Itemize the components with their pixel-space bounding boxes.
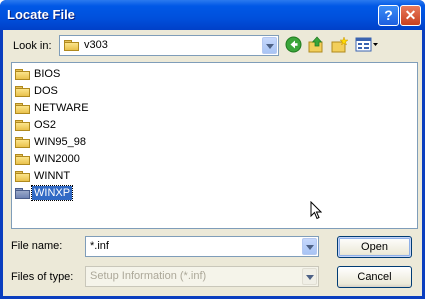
window-title: Locate File <box>7 7 75 22</box>
up-one-level-icon[interactable] <box>308 36 325 53</box>
view-menu-icon[interactable] <box>355 36 379 53</box>
folder-label: WINNT <box>34 170 71 182</box>
folder-icon <box>15 103 30 114</box>
chevron-down-icon[interactable] <box>262 37 277 54</box>
folder-icon <box>15 137 30 148</box>
title-bar[interactable]: Locate File ? ✕ <box>0 0 425 30</box>
back-icon[interactable] <box>285 36 302 53</box>
folder-icon <box>15 171 30 182</box>
files-of-type-select[interactable]: Setup Information (*.inf) <box>85 266 319 287</box>
folder-label: WIN2000 <box>34 153 80 165</box>
dialog-body: Look in: v303 BIOS DOS NETWARE OS2 WIN95… <box>3 30 422 296</box>
mouse-cursor-icon <box>310 200 323 223</box>
folder-label: NETWARE <box>34 102 89 114</box>
chevron-down-icon <box>302 268 317 285</box>
folder-label: WIN95_98 <box>34 136 86 148</box>
look-in-label: Look in: <box>13 40 52 52</box>
file-name-input[interactable]: *.inf <box>85 236 319 257</box>
open-button[interactable]: Open <box>337 236 412 258</box>
file-list[interactable]: BIOS DOS NETWARE OS2 WIN95_98 WIN2000 WI… <box>11 62 418 229</box>
files-of-type-label: Files of type: <box>11 271 74 283</box>
locate-file-dialog: Locate File ? ✕ Look in: v303 BIOS DOS N… <box>0 0 425 299</box>
new-folder-icon[interactable] <box>331 36 349 53</box>
folder-icon <box>15 120 30 131</box>
folder-icon <box>15 69 30 80</box>
folder-icon <box>15 154 30 165</box>
file-name-value: *.inf <box>90 240 109 252</box>
file-name-label: File name: <box>11 240 63 252</box>
folder-icon <box>64 40 79 51</box>
folder-label: OS2 <box>34 119 57 131</box>
look-in-combo[interactable]: v303 <box>59 35 279 56</box>
folder-label: WINXP <box>30 185 74 201</box>
folder-label: DOS <box>34 85 58 97</box>
files-of-type-value: Setup Information (*.inf) <box>90 270 207 282</box>
folder-icon <box>15 86 30 97</box>
look-in-value: v303 <box>84 39 108 51</box>
folder-label: BIOS <box>34 68 61 80</box>
close-button[interactable]: ✕ <box>400 5 421 26</box>
help-button[interactable]: ? <box>378 5 399 26</box>
cancel-button[interactable]: Cancel <box>337 266 412 288</box>
folder-icon <box>15 188 30 199</box>
chevron-down-icon[interactable] <box>302 238 317 255</box>
